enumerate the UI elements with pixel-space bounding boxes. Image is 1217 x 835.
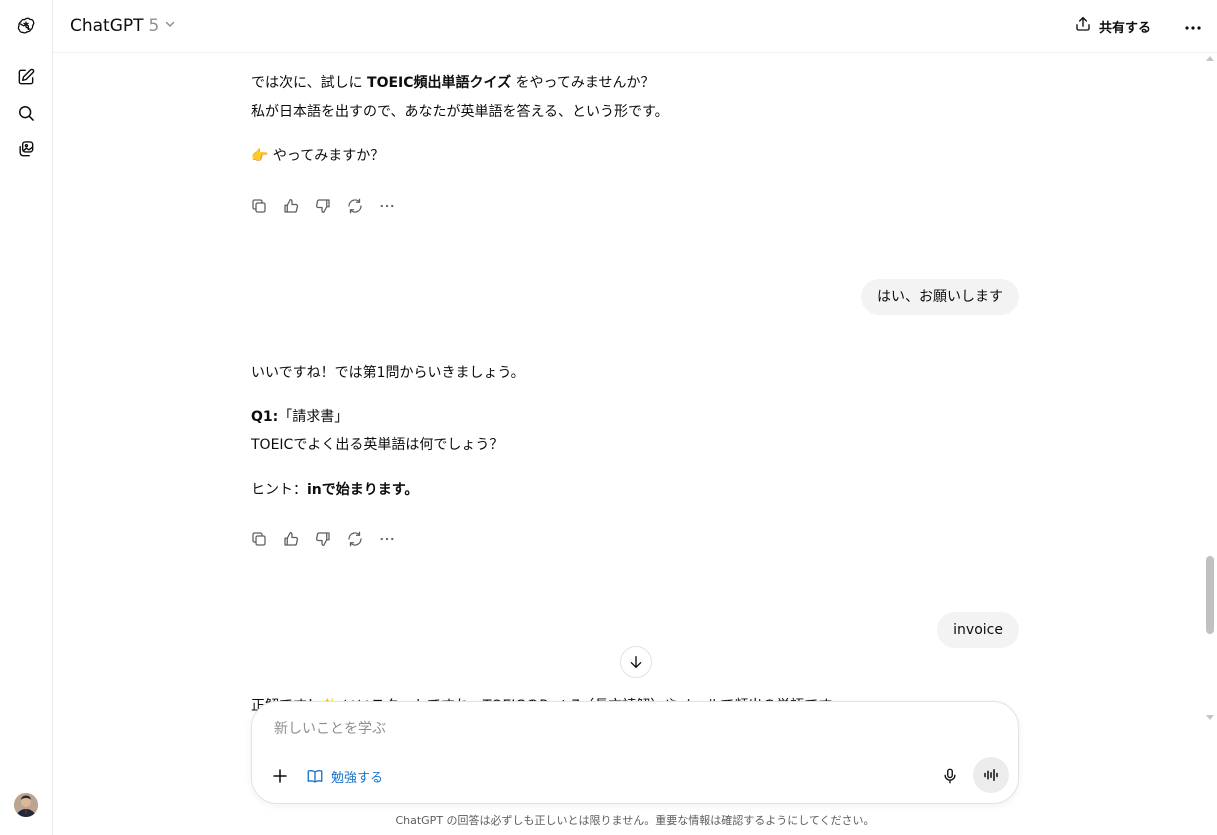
more-actions-button[interactable] xyxy=(377,529,397,549)
plus-icon xyxy=(273,769,287,783)
assistant-message-2-line-1: いいですね！では第1問からいきましょう。 xyxy=(251,365,525,381)
thumbs-down-icon xyxy=(315,199,330,214)
openai-logo-icon[interactable] xyxy=(12,12,40,40)
thumbs-up-button[interactable] xyxy=(281,196,301,216)
model-name: ChatGPT xyxy=(70,16,144,36)
more-options-button[interactable] xyxy=(1181,14,1205,38)
copy-button[interactable] xyxy=(249,196,269,216)
message-actions-2 xyxy=(249,529,397,549)
assistant-message-2-line-3: TOEICでよく出る英単語は何でしょう？ xyxy=(251,437,504,453)
new-chat-icon[interactable] xyxy=(12,63,40,91)
avatar[interactable] xyxy=(14,793,38,817)
library-icon[interactable] xyxy=(12,135,40,163)
copy-button[interactable] xyxy=(249,529,269,549)
search-icon[interactable] xyxy=(12,99,40,127)
add-attachment-button[interactable] xyxy=(268,764,292,788)
book-icon xyxy=(307,769,323,783)
thumbs-down-icon xyxy=(315,532,330,547)
study-mode-button[interactable]: 勉強する xyxy=(306,764,383,788)
prompt-input[interactable] xyxy=(272,720,976,738)
share-button[interactable]: 共有する xyxy=(1074,14,1151,38)
dictate-button[interactable] xyxy=(938,764,962,788)
more-icon xyxy=(380,537,394,541)
message-actions-1 xyxy=(249,196,397,216)
assistant-message-2-question: Q1:「請求書」 xyxy=(251,409,349,425)
model-version: 5 xyxy=(148,16,160,36)
pointing-hand-emoji: 👉 xyxy=(251,148,269,164)
chevron-down-icon xyxy=(164,18,176,34)
share-label: 共有する xyxy=(1099,20,1152,36)
assistant-message-1-line-2: 私が日本語を出すので、あなたが英単語を答える、という形です。 xyxy=(251,104,669,120)
scrollbar-up-arrow[interactable] xyxy=(1206,56,1214,61)
more-icon xyxy=(1185,18,1201,34)
thumbs-up-icon xyxy=(284,198,299,213)
regenerate-button[interactable] xyxy=(345,529,365,549)
thumbs-up-button[interactable] xyxy=(281,529,301,549)
user-message-1: はい、お願いします xyxy=(861,279,1019,315)
model-selector[interactable]: ChatGPT 5 xyxy=(70,14,176,38)
scrollbar-down-arrow[interactable] xyxy=(1206,715,1214,720)
copy-icon xyxy=(252,199,266,213)
mic-icon xyxy=(944,768,956,784)
voice-mode-button[interactable] xyxy=(973,757,1009,793)
assistant-message-2-hint: ヒント：inで始まります。 xyxy=(251,482,419,498)
thumbs-down-button[interactable] xyxy=(313,196,333,216)
regenerate-button[interactable] xyxy=(345,196,365,216)
composer: 勉強する xyxy=(251,701,1019,804)
more-icon xyxy=(380,204,394,208)
sidebar xyxy=(0,0,53,835)
top-bar: ChatGPT 5 共有する xyxy=(53,0,1217,53)
arrow-down-icon xyxy=(630,656,642,668)
thumbs-up-icon xyxy=(284,531,299,546)
copy-icon xyxy=(252,532,266,546)
scrollbar-thumb[interactable] xyxy=(1206,556,1214,634)
share-icon xyxy=(1074,15,1092,37)
assistant-message-1-line-3: 👉 やってみますか？ xyxy=(251,148,385,164)
voice-mode-icon xyxy=(984,769,998,781)
regenerate-icon xyxy=(348,531,362,547)
thumbs-down-button[interactable] xyxy=(313,529,333,549)
study-mode-label: 勉強する xyxy=(331,770,384,786)
regenerate-icon xyxy=(348,198,362,214)
more-actions-button[interactable] xyxy=(377,196,397,216)
disclaimer: ChatGPT の回答は必ずしも正しいとは限りません。重要な情報は確認するように… xyxy=(395,814,875,827)
assistant-message-1-line-1: では次に、試しに TOEIC頻出単語クイズ をやってみませんか？ xyxy=(251,75,655,91)
scroll-to-bottom-button[interactable] xyxy=(620,646,652,678)
user-message-2: invoice xyxy=(937,612,1019,648)
